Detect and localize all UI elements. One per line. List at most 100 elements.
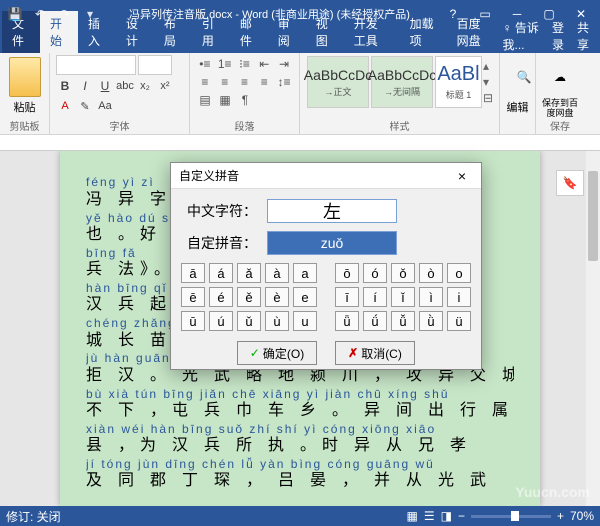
undo-icon[interactable]: ↶: [29, 3, 51, 25]
tab-view[interactable]: 视图: [306, 11, 344, 53]
numbering-button[interactable]: 1≡: [216, 55, 234, 73]
show-marks-button[interactable]: ¶: [236, 91, 254, 109]
highlight-button[interactable]: ✎: [76, 97, 94, 115]
pinyin-line: xiàn wéi hàn bīng suǒ zhí shí yì cóng xi…: [86, 422, 514, 436]
subscript-button[interactable]: x₂: [136, 77, 154, 95]
tone-button[interactable]: o: [447, 263, 471, 283]
login-link[interactable]: 登录: [552, 19, 569, 53]
group-clipboard: 剪贴板: [0, 118, 49, 133]
paste-icon[interactable]: [9, 57, 41, 97]
style-normal[interactable]: AaBbCcDc →正文: [307, 56, 369, 108]
font-color-button[interactable]: A: [56, 97, 74, 115]
vertical-scrollbar[interactable]: [586, 151, 600, 506]
zoom-out-icon[interactable]: −: [458, 509, 465, 523]
tone-button[interactable]: ú: [209, 311, 233, 331]
ruler[interactable]: [0, 135, 600, 151]
tone-button[interactable]: ū: [181, 311, 205, 331]
font-size-select[interactable]: [138, 55, 172, 75]
view-web-icon[interactable]: ◨: [441, 509, 452, 523]
tone-button[interactable]: ò: [419, 263, 443, 283]
tab-mail[interactable]: 邮件: [230, 11, 268, 53]
save-icon[interactable]: 💾: [4, 3, 26, 25]
tone-button[interactable]: è: [265, 287, 289, 307]
tone-button[interactable]: ǔ: [237, 311, 261, 331]
qat-more-icon[interactable]: ▾: [79, 3, 101, 25]
tone-button[interactable]: ī: [335, 287, 359, 307]
ok-button[interactable]: ✓确定(O): [237, 341, 317, 365]
baidu-cloud-icon[interactable]: ☁: [542, 59, 578, 95]
view-read-icon[interactable]: ☰: [424, 509, 435, 523]
align-center-button[interactable]: ≡: [216, 73, 234, 91]
tab-developer[interactable]: 开发工具: [344, 11, 400, 53]
multilevel-button[interactable]: ⁝≡: [236, 55, 254, 73]
line-spacing-button[interactable]: ↕≡: [275, 73, 293, 91]
clear-format-button[interactable]: Aa: [96, 97, 114, 115]
strike-button[interactable]: abc: [116, 77, 134, 95]
align-left-button[interactable]: ≡: [196, 73, 214, 91]
tone-button[interactable]: à: [265, 263, 289, 283]
font-family-select[interactable]: [56, 55, 136, 75]
tone-button[interactable]: ǐ: [391, 287, 415, 307]
justify-button[interactable]: ≡: [255, 73, 273, 91]
tone-button[interactable]: ǖ: [335, 311, 359, 331]
custom-pinyin-input[interactable]: [267, 231, 397, 255]
bullets-button[interactable]: •≡: [196, 55, 214, 73]
tab-baidu[interactable]: 百度网盘: [447, 11, 503, 53]
zoom-slider[interactable]: [471, 515, 551, 518]
tab-review[interactable]: 审阅: [268, 11, 306, 53]
bold-button[interactable]: B: [56, 77, 74, 95]
edit-menu[interactable]: 编辑: [506, 99, 529, 115]
status-track-changes[interactable]: 修订: 关闭: [6, 508, 61, 525]
tone-button[interactable]: ó: [363, 263, 387, 283]
tone-button[interactable]: ō: [335, 263, 359, 283]
dec-indent-button[interactable]: ⇤: [255, 55, 273, 73]
paste-button[interactable]: 粘贴: [6, 99, 43, 115]
dialog-close-icon[interactable]: ×: [451, 168, 473, 184]
zoom-in-icon[interactable]: +: [557, 509, 564, 523]
scroll-thumb[interactable]: [588, 171, 598, 261]
tone-button[interactable]: ǒ: [391, 263, 415, 283]
tell-me[interactable]: ♀ 告诉我...: [503, 19, 544, 53]
inc-indent-button[interactable]: ⇥: [275, 55, 293, 73]
tone-button[interactable]: ì: [419, 287, 443, 307]
tone-button[interactable]: ü: [447, 311, 471, 331]
italic-button[interactable]: I: [76, 77, 94, 95]
styles-down-icon[interactable]: ▾: [483, 75, 493, 89]
share-button[interactable]: 共享: [577, 19, 594, 53]
redo-icon[interactable]: ↷: [54, 3, 76, 25]
tab-references[interactable]: 引用: [192, 11, 230, 53]
cancel-button[interactable]: ✗取消(C): [335, 341, 415, 365]
tone-button[interactable]: ǜ: [419, 311, 443, 331]
tone-button[interactable]: ǚ: [391, 311, 415, 331]
styles-more-icon[interactable]: ⊟: [483, 91, 493, 105]
tone-button[interactable]: í: [363, 287, 387, 307]
align-right-button[interactable]: ≡: [236, 73, 254, 91]
style-nospacing[interactable]: AaBbCcDc →无间隔: [371, 56, 433, 108]
tone-button[interactable]: e: [293, 287, 317, 307]
tab-design[interactable]: 设计: [116, 11, 154, 53]
tab-layout[interactable]: 布局: [154, 11, 192, 53]
tone-button[interactable]: i: [447, 287, 471, 307]
tone-button[interactable]: ě: [237, 287, 261, 307]
tone-button[interactable]: u: [293, 311, 317, 331]
shading-button[interactable]: ▤: [196, 91, 214, 109]
style-heading1[interactable]: AaBl 标题 1: [435, 56, 482, 108]
tone-button[interactable]: á: [209, 263, 233, 283]
tone-button[interactable]: ā: [181, 263, 205, 283]
underline-button[interactable]: U: [96, 77, 114, 95]
text-line: 县 ，为 汉 兵 所 执 。时 异 从 兄 孝: [86, 436, 514, 457]
view-print-icon[interactable]: ▦: [406, 509, 417, 523]
bookmark-icon[interactable]: 🔖: [556, 170, 584, 196]
tone-button[interactable]: ē: [181, 287, 205, 307]
tone-button[interactable]: a: [293, 263, 317, 283]
tone-button[interactable]: é: [209, 287, 233, 307]
tone-button[interactable]: ǎ: [237, 263, 261, 283]
styles-up-icon[interactable]: ▴: [483, 59, 493, 73]
tone-button[interactable]: ù: [265, 311, 289, 331]
superscript-button[interactable]: x²: [156, 77, 174, 95]
zoom-level[interactable]: 70%: [570, 509, 594, 523]
borders-button[interactable]: ▦: [216, 91, 234, 109]
tab-addins[interactable]: 加载项: [400, 11, 447, 53]
save-baidu-button[interactable]: 保存到百度网盘: [542, 99, 578, 119]
tone-button[interactable]: ǘ: [363, 311, 387, 331]
